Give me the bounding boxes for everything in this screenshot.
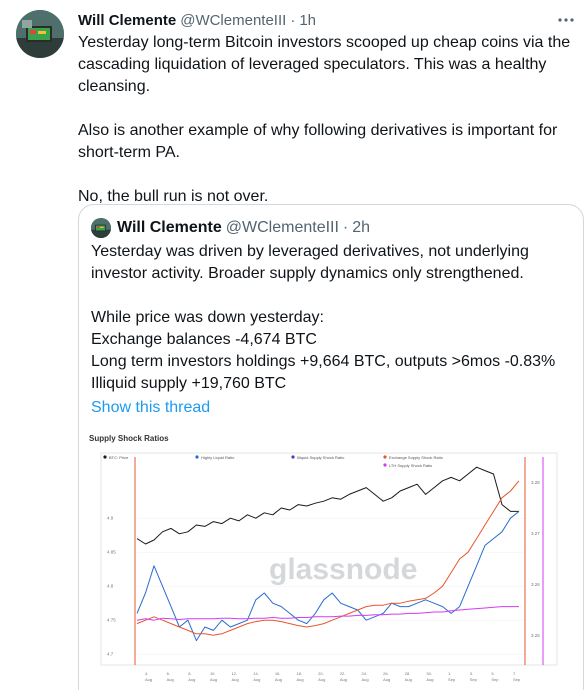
x-tick-label: Sep (491, 677, 499, 682)
x-tick-label: Sep (448, 677, 456, 682)
x-tick-label: Aug (188, 677, 195, 682)
x-tick-label: Aug (275, 677, 282, 682)
x-tick-label: Aug (383, 677, 390, 682)
x-tick-label: Aug (297, 677, 304, 682)
x-tick-label: Aug (232, 677, 239, 682)
x-tick-label: Aug (426, 677, 433, 682)
legend-marker (195, 455, 199, 459)
tweet-paragraph: Also is another example of why following… (78, 122, 558, 161)
more-icon[interactable] (554, 8, 578, 32)
legend-label: Exchange Supply Shock Ratio (389, 455, 444, 460)
x-tick-label: Sep (470, 677, 478, 682)
x-tick-label: 12. (232, 671, 238, 676)
left-tick-label: 4.7 (107, 652, 114, 657)
legend-label: Illiquid Supply Shock Ratio (297, 455, 345, 460)
x-tick-label: Aug (253, 677, 260, 682)
x-tick-label: 28. (405, 671, 411, 676)
x-tick-label: Aug (145, 677, 152, 682)
x-tick-label: 4. (145, 671, 148, 676)
x-tick-label: 22. (340, 671, 346, 676)
tweet-time[interactable]: 1h (299, 12, 316, 29)
legend-marker (103, 455, 107, 459)
left-tick-label: 4.85 (107, 550, 116, 555)
quoted-tweet-time: 2h (352, 219, 371, 236)
x-tick-label: 24. (361, 671, 367, 676)
left-tick-label: 4.9 (107, 516, 114, 521)
legend-marker (291, 455, 295, 459)
quoted-line: Illiquid supply +19,760 BTC (91, 375, 287, 392)
x-tick-label: 8. (188, 671, 191, 676)
x-tick-label: Aug (405, 677, 412, 682)
x-tick-label: 6. (167, 671, 170, 676)
x-tick-label: 18. (297, 671, 303, 676)
right-tick-label: 3.25 (531, 633, 540, 638)
quoted-avatar (91, 218, 111, 238)
tweet-text: Yesterday long-term Bitcoin investors sc… (78, 32, 578, 208)
quoted-author-name: Will Clemente (117, 219, 222, 236)
x-tick-label: 1. (448, 671, 451, 676)
avatar[interactable] (16, 10, 64, 58)
quoted-line: Long term investors holdings +9,664 BTC,… (91, 353, 556, 370)
quoted-intro: Yesterday was driven by leveraged deriva… (91, 243, 529, 282)
x-tick-label: 5. (491, 671, 494, 676)
tweet-header: Will Clemente @WClementeIII · 1h (78, 10, 316, 30)
quoted-tweet-header: Will Clemente @WClementeIII · 2h (91, 217, 370, 239)
legend-marker (383, 463, 387, 467)
author-name[interactable]: Will Clemente (78, 12, 176, 29)
legend-label: LTH Supply Shock Ratio (389, 463, 433, 468)
left-tick-label: 4.8 (107, 584, 114, 589)
x-tick-label: 16. (275, 671, 281, 676)
x-tick-label: 26. (383, 671, 389, 676)
left-tick-label: 4.75 (107, 618, 116, 623)
supply-shock-chart: Supply Shock Ratios BTC: Price Highly Liqu… (89, 434, 558, 682)
chart-image: Supply Shock Ratios BTC: Price Highly Liqu… (79, 427, 583, 690)
x-tick-label: 20. (318, 671, 324, 676)
quoted-tweet-text: Yesterday was driven by leveraged deriva… (91, 241, 577, 419)
legend-label: BTC: Price (109, 455, 129, 460)
x-tick-label: Aug (167, 677, 174, 682)
x-tick-label: 3. (470, 671, 473, 676)
tweet-paragraph: Yesterday long-term Bitcoin investors sc… (78, 34, 571, 95)
tweet[interactable]: Will Clemente @WClementeIII · 1h Yesterd… (0, 0, 586, 690)
x-tick-label: Sep (513, 677, 521, 682)
quoted-line: Exchange balances -4,674 BTC (91, 331, 317, 348)
quoted-line: While price was down yesterday: (91, 309, 324, 326)
show-thread-link[interactable]: Show this thread (91, 397, 210, 419)
chart-title: Supply Shock Ratios (89, 434, 169, 443)
right-tick-label: 3.27 (531, 531, 540, 536)
quoted-tweet[interactable]: Will Clemente @WClementeIII · 2h Yesterd… (78, 204, 584, 690)
right-tick-label: 3.26 (531, 582, 540, 587)
author-handle[interactable]: @WClementeIII (180, 12, 286, 29)
x-tick-label: Aug (318, 677, 325, 682)
right-tick-label: 3.28 (531, 480, 540, 485)
x-tick-label: Aug (340, 677, 347, 682)
x-tick-label: Aug (361, 677, 368, 682)
legend-label: Highly Liquid Ratio (201, 455, 235, 460)
x-tick-label: 10. (210, 671, 216, 676)
legend-marker (383, 455, 387, 459)
x-tick-label: 14. (253, 671, 259, 676)
x-tick-label: Aug (210, 677, 217, 682)
quoted-author-handle: @WClementeIII (225, 219, 339, 236)
watermark: glassnode (269, 553, 417, 586)
separator-dot: · (342, 219, 349, 236)
avatar-image (16, 10, 64, 58)
x-tick-label: 7. (513, 671, 516, 676)
x-tick-label: 30. (426, 671, 432, 676)
separator-dot: · (290, 11, 296, 29)
